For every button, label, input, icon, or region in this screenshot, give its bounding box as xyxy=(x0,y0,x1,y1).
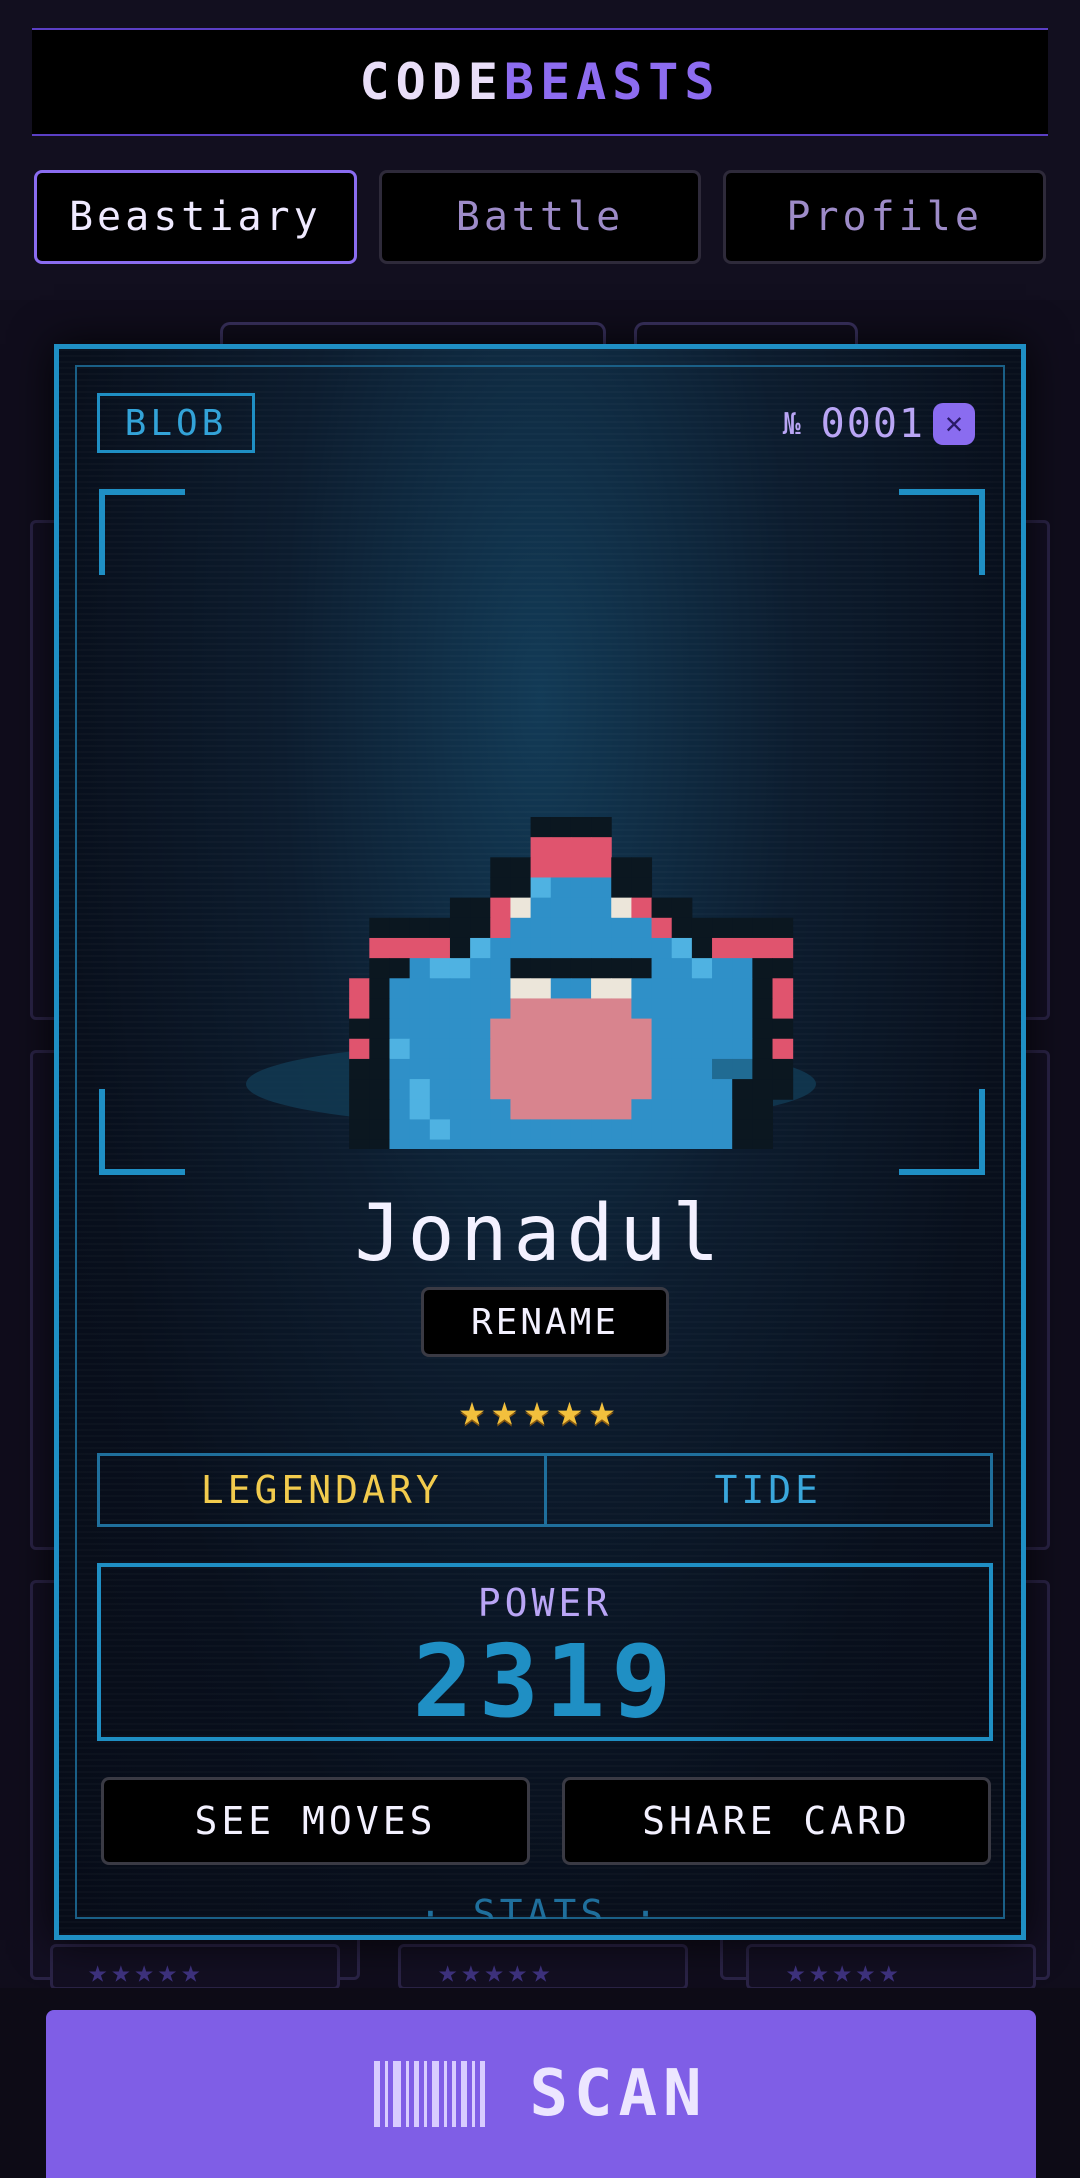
app-logo: CODE BEASTS xyxy=(32,28,1048,136)
barcode-icon xyxy=(374,2061,486,2127)
close-button[interactable]: ✕ xyxy=(933,403,975,445)
stats-section-header[interactable]: · STATS · xyxy=(59,1887,1021,1919)
logo-text-beasts: BEASTS xyxy=(503,53,721,111)
viewfinder-corner-top-right xyxy=(899,489,985,575)
rename-button[interactable]: RENAME xyxy=(421,1287,669,1357)
dex-number: № 0001 xyxy=(783,397,925,451)
rarity-badge: LEGENDARY xyxy=(100,1456,547,1524)
tab-beastiary[interactable]: Beastiary xyxy=(34,170,357,264)
see-moves-button[interactable]: SEE MOVES xyxy=(101,1777,530,1865)
beast-name: Jonadul xyxy=(354,1189,726,1279)
beast-pixel-art xyxy=(246,817,816,1241)
main-tabs: Beastiary Battle Profile xyxy=(34,170,1047,264)
beast-attributes: LEGENDARY TIDE xyxy=(97,1453,993,1527)
scan-label: SCAN xyxy=(529,2057,708,2131)
power-value: 2319 xyxy=(412,1623,678,1740)
close-icon: ✕ xyxy=(944,406,964,441)
element-badge: TIDE xyxy=(714,1468,822,1512)
grid-card-stars: ★★★★★ xyxy=(88,1952,205,1990)
card-actions: SEE MOVES SHARE CARD xyxy=(101,1777,991,1865)
app-header: CODE BEASTS Beastiary Battle Profile xyxy=(0,0,1080,300)
scan-button[interactable]: SCAN xyxy=(46,2010,1036,2178)
dex-number-value: 0001 xyxy=(820,401,925,447)
tab-battle[interactable]: Battle xyxy=(378,170,702,264)
logo-text-code: CODE xyxy=(359,53,504,111)
grid-card-stars: ★★★★★ xyxy=(786,1952,903,1990)
tab-profile[interactable]: Profile xyxy=(723,170,1047,264)
viewfinder-corner-top-left xyxy=(99,489,185,575)
beast-detail-card: BLOB № 0001 ✕ Jonadul RENAME ★★★★★ LEGEN… xyxy=(54,344,1026,1940)
dex-number-label: № xyxy=(782,406,803,442)
power-panel: POWER 2319 xyxy=(97,1563,993,1741)
beast-type-tag: BLOB xyxy=(97,393,255,453)
beast-sprite xyxy=(241,669,821,1241)
viewfinder-corner-bottom-right xyxy=(899,1089,985,1175)
share-card-button[interactable]: SHARE CARD xyxy=(562,1777,991,1865)
grid-card-stars: ★★★★★ xyxy=(438,1952,555,1990)
rating-stars: ★★★★★ xyxy=(458,1385,622,1436)
viewfinder-corner-bottom-left xyxy=(99,1089,185,1175)
power-label: POWER xyxy=(477,1581,613,1625)
